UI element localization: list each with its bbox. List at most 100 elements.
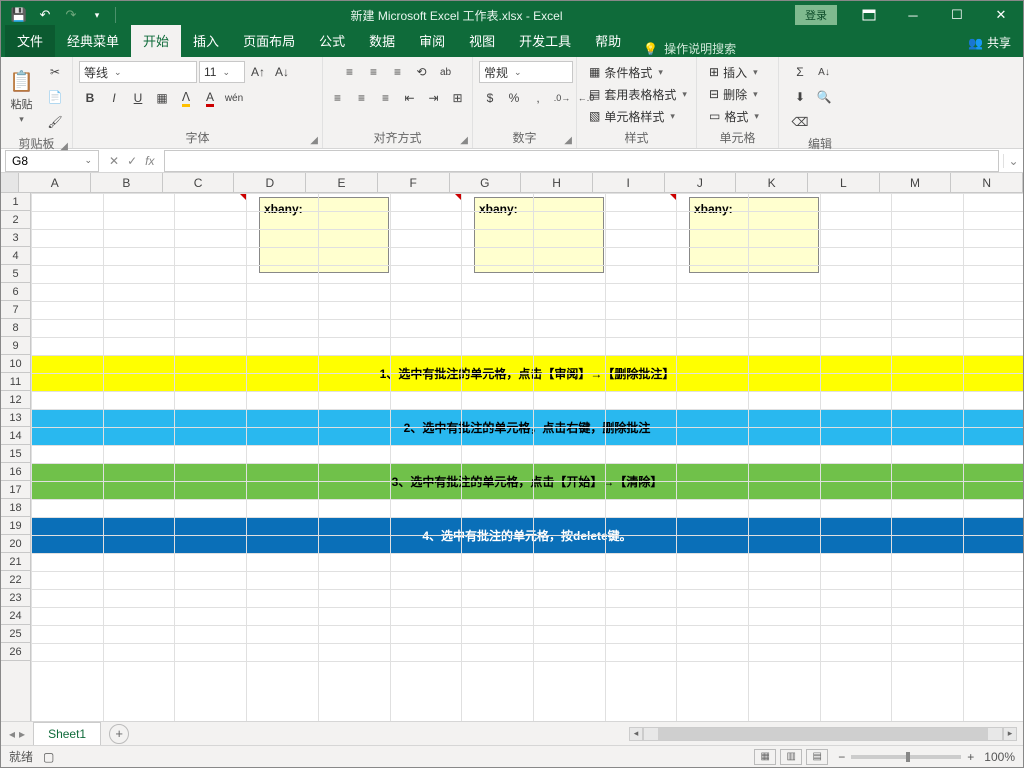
tab-data[interactable]: 数据 (357, 25, 407, 57)
cell-style-button[interactable]: ▧单元格样式▾ (587, 107, 689, 126)
row-header[interactable]: 13 (1, 409, 30, 427)
col-header[interactable]: C (163, 173, 235, 192)
row-header[interactable]: 21 (1, 553, 30, 571)
row-header[interactable]: 14 (1, 427, 30, 445)
tab-help[interactable]: 帮助 (583, 25, 633, 57)
tab-home[interactable]: 开始 (131, 25, 181, 57)
minimize-button[interactable]: ─ (891, 1, 935, 29)
row-header[interactable]: 24 (1, 607, 30, 625)
comment-popup[interactable]: xbany: (689, 197, 819, 273)
align-top-button[interactable]: ≡ (339, 61, 361, 83)
row-header[interactable]: 17 (1, 481, 30, 499)
col-header[interactable]: D (234, 173, 306, 192)
fill-button[interactable]: ⬇ (789, 86, 811, 108)
comment-indicator[interactable] (454, 193, 461, 200)
prev-sheet-icon[interactable]: ◂ (9, 727, 15, 741)
zoom-out-button[interactable]: − (838, 750, 845, 764)
row-header[interactable]: 15 (1, 445, 30, 463)
align-bottom-button[interactable]: ≡ (387, 61, 409, 83)
tab-dev[interactable]: 开发工具 (507, 25, 583, 57)
row-header[interactable]: 10 (1, 355, 30, 373)
macro-record-icon[interactable]: ▢ (43, 750, 54, 764)
row-header[interactable]: 5 (1, 265, 30, 283)
select-all-button[interactable] (1, 173, 19, 192)
tab-review[interactable]: 审阅 (407, 25, 457, 57)
row-header[interactable]: 3 (1, 229, 30, 247)
cancel-icon[interactable]: ✕ (109, 154, 119, 168)
tab-insert[interactable]: 插入 (181, 25, 231, 57)
find-button[interactable]: 🔍 (813, 86, 835, 108)
scroll-right-icon[interactable]: ▸ (1003, 727, 1017, 741)
col-header[interactable]: M (880, 173, 952, 192)
name-box[interactable]: G8⌄ (5, 150, 99, 172)
tab-classic[interactable]: 经典菜单 (55, 25, 131, 57)
save-icon[interactable]: 💾 (9, 5, 29, 25)
cut-button[interactable]: ✂ (44, 61, 66, 83)
row-header[interactable]: 1 (1, 193, 30, 211)
col-header[interactable]: B (91, 173, 163, 192)
sheet-tab[interactable]: Sheet1 (33, 722, 101, 745)
qat-customize-icon[interactable]: ▾ (87, 5, 107, 25)
col-header[interactable]: K (736, 173, 808, 192)
row-header[interactable]: 2 (1, 211, 30, 229)
align-right-button[interactable]: ≡ (375, 87, 397, 109)
dialog-launcher-icon[interactable]: ◢ (564, 135, 572, 146)
dialog-launcher-icon[interactable]: ◢ (310, 135, 318, 146)
col-header[interactable]: I (593, 173, 665, 192)
row-header[interactable]: 16 (1, 463, 30, 481)
col-header[interactable]: F (378, 173, 450, 192)
tab-formula[interactable]: 公式 (307, 25, 357, 57)
format-painter-button[interactable]: 🖌 (44, 111, 66, 133)
fill-color-button[interactable]: ᐱ (175, 87, 197, 109)
orientation-button[interactable]: ⟲ (411, 61, 433, 83)
clear-button[interactable]: ⌫ (789, 111, 811, 133)
zoom-level[interactable]: 100% (984, 750, 1015, 764)
page-layout-view-button[interactable]: ▥ (780, 749, 802, 765)
col-header[interactable]: E (306, 173, 378, 192)
align-left-button[interactable]: ≡ (327, 87, 349, 109)
expand-formula-bar-icon[interactable]: ⌄ (1003, 154, 1023, 168)
cells-area[interactable]: xbany: xbany: xbany: 1、选中有批注的单元格，点击【审阅】→… (31, 193, 1023, 721)
merge-button[interactable]: ⊞ (447, 87, 469, 109)
row-header[interactable]: 22 (1, 571, 30, 589)
row-header[interactable]: 4 (1, 247, 30, 265)
ribbon-options-icon[interactable] (847, 1, 891, 29)
tab-view[interactable]: 视图 (457, 25, 507, 57)
decrease-indent-button[interactable]: ⇤ (399, 87, 421, 109)
number-format-combo[interactable]: 常规⌄ (479, 61, 573, 83)
zoom-slider[interactable] (851, 755, 961, 759)
scroll-thumb[interactable] (658, 728, 988, 740)
dialog-launcher-icon[interactable]: ◢ (460, 135, 468, 146)
row-header[interactable]: 11 (1, 373, 30, 391)
insert-cells-button[interactable]: ⊞插入▾ (707, 63, 761, 82)
bold-button[interactable]: B (79, 87, 101, 109)
add-sheet-button[interactable]: + (109, 724, 129, 744)
row-header[interactable]: 6 (1, 283, 30, 301)
copy-button[interactable]: 📄 (44, 86, 66, 108)
row-header[interactable]: 20 (1, 535, 30, 553)
tell-me[interactable]: 💡操作说明搜索 (633, 40, 746, 57)
accounting-button[interactable]: $ (479, 87, 501, 109)
tab-file[interactable]: 文件 (5, 25, 55, 57)
comma-button[interactable]: , (527, 87, 549, 109)
share-button[interactable]: 👥共享 (956, 28, 1023, 57)
conditional-format-button[interactable]: ▦条件格式▾ (587, 63, 689, 82)
sheet-nav[interactable]: ◂▸ (1, 727, 33, 741)
page-break-view-button[interactable]: ▤ (806, 749, 828, 765)
italic-button[interactable]: I (103, 87, 125, 109)
percent-button[interactable]: % (503, 87, 525, 109)
table-format-button[interactable]: ▤套用表格格式▾ (587, 85, 689, 104)
col-header[interactable]: J (665, 173, 737, 192)
comment-indicator[interactable] (669, 193, 676, 200)
comment-popup[interactable]: xbany: (474, 197, 604, 273)
enter-icon[interactable]: ✓ (127, 154, 137, 168)
row-header[interactable]: 8 (1, 319, 30, 337)
format-cells-button[interactable]: ▭格式▾ (707, 107, 761, 126)
undo-icon[interactable]: ↶ (35, 5, 55, 25)
comment-indicator[interactable] (239, 193, 246, 200)
sort-filter-button[interactable]: A↓ (813, 61, 835, 83)
spreadsheet-grid[interactable]: ABCDEFGHIJKLMN 1234567891011121314151617… (1, 173, 1023, 721)
zoom-thumb[interactable] (906, 752, 910, 762)
col-header[interactable]: G (450, 173, 522, 192)
row-header[interactable]: 19 (1, 517, 30, 535)
